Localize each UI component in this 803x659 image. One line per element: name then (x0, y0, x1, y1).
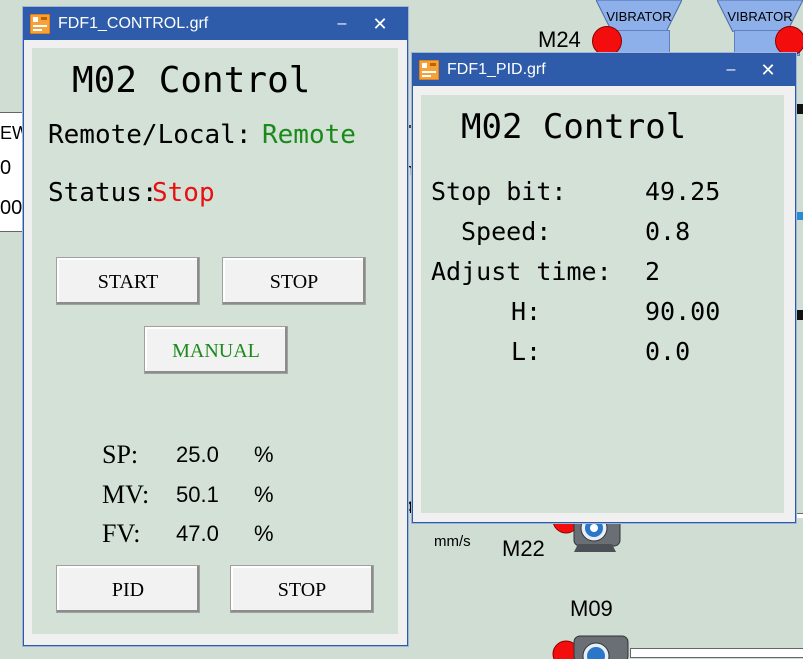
control-window-title: FDF1_CONTROL.grf (58, 15, 209, 32)
pid-window-minimize-button[interactable]: – (719, 58, 743, 82)
m22-tag: M22 (502, 536, 545, 561)
stop-bit-label: Stop bit: (431, 177, 567, 206)
fv-unit: % (254, 521, 274, 546)
vibrator-1-label: VIBRATOR (606, 9, 672, 24)
control-window[interactable]: FDF1_CONTROL.grf – ✕ M02 Control Remote/… (23, 7, 408, 646)
remote-local-label: Remote/Local: (48, 120, 252, 150)
grf-file-icon (419, 60, 439, 80)
h-label: H: (511, 297, 542, 326)
pid-window-title: FDF1_PID.grf (447, 61, 546, 78)
m09-tag: M09 (570, 596, 613, 621)
stop-bottom-button[interactable]: STOP (230, 565, 374, 613)
grf-file-icon (30, 14, 50, 34)
control-window-titlebar[interactable]: FDF1_CONTROL.grf – ✕ (24, 8, 407, 40)
stop-bit-value: 49.25 (645, 177, 721, 206)
pid-window[interactable]: FDF1_PID.grf – ✕ M02 Control Stop bit: 4… (412, 53, 796, 523)
mv-unit: % (254, 482, 274, 507)
m09-conveyor (630, 648, 803, 658)
m09-motor-icon[interactable] (548, 630, 632, 659)
remote-local-value: Remote (262, 120, 356, 150)
manual-button[interactable]: MANUAL (144, 326, 288, 374)
control-window-minimize-button[interactable]: – (330, 12, 354, 36)
pid-window-close-button[interactable]: ✕ (756, 58, 780, 82)
vibrator-2-label: VIBRATOR (727, 9, 793, 24)
adjust-time-value: 2 (645, 257, 661, 286)
pid-window-client: M02 Control Stop bit: 49.25 Speed: 0.8 A… (421, 95, 784, 513)
sp-unit: % (254, 442, 274, 467)
right-fragment-2 (796, 310, 803, 320)
m24-status-indicator[interactable] (592, 26, 622, 56)
fv-label: FV: (102, 519, 141, 548)
status-value: Stop (152, 178, 215, 208)
adjust-time-label: Adjust time: (431, 257, 612, 286)
l-value: 0.0 (645, 337, 691, 366)
right-fragment-1 (796, 104, 803, 114)
sp-value: 25.0 (176, 442, 219, 467)
pid-window-titlebar[interactable]: FDF1_PID.grf – ✕ (413, 54, 795, 86)
h-value: 90.00 (645, 297, 721, 326)
speed-label: Speed: (461, 217, 552, 246)
start-button[interactable]: START (56, 257, 200, 305)
stop-button[interactable]: STOP (222, 257, 366, 305)
m24-tag: M24 (538, 27, 581, 52)
pid-heading: M02 Control (461, 107, 687, 147)
l-label: L: (511, 337, 542, 366)
speed-value: 0.8 (645, 217, 691, 246)
right-fragment-3 (796, 212, 803, 220)
mv-label: MV: (102, 480, 150, 509)
left-panel-value-0: 0 (0, 157, 12, 179)
control-window-client: M02 Control Remote/Local: Remote Status:… (32, 48, 398, 634)
left-panel-value-00: 00 (0, 197, 23, 219)
control-heading: M02 Control (72, 60, 311, 101)
speed-unit-text: mm/s (434, 533, 471, 550)
vibrator-2-status-indicator[interactable] (775, 26, 803, 56)
control-window-close-button[interactable]: ✕ (368, 12, 392, 36)
fv-value: 47.0 (176, 521, 219, 546)
sp-label: SP: (102, 440, 139, 469)
mv-value: 50.1 (176, 482, 219, 507)
status-label: Status: (48, 178, 158, 208)
pid-button[interactable]: PID (56, 565, 200, 613)
